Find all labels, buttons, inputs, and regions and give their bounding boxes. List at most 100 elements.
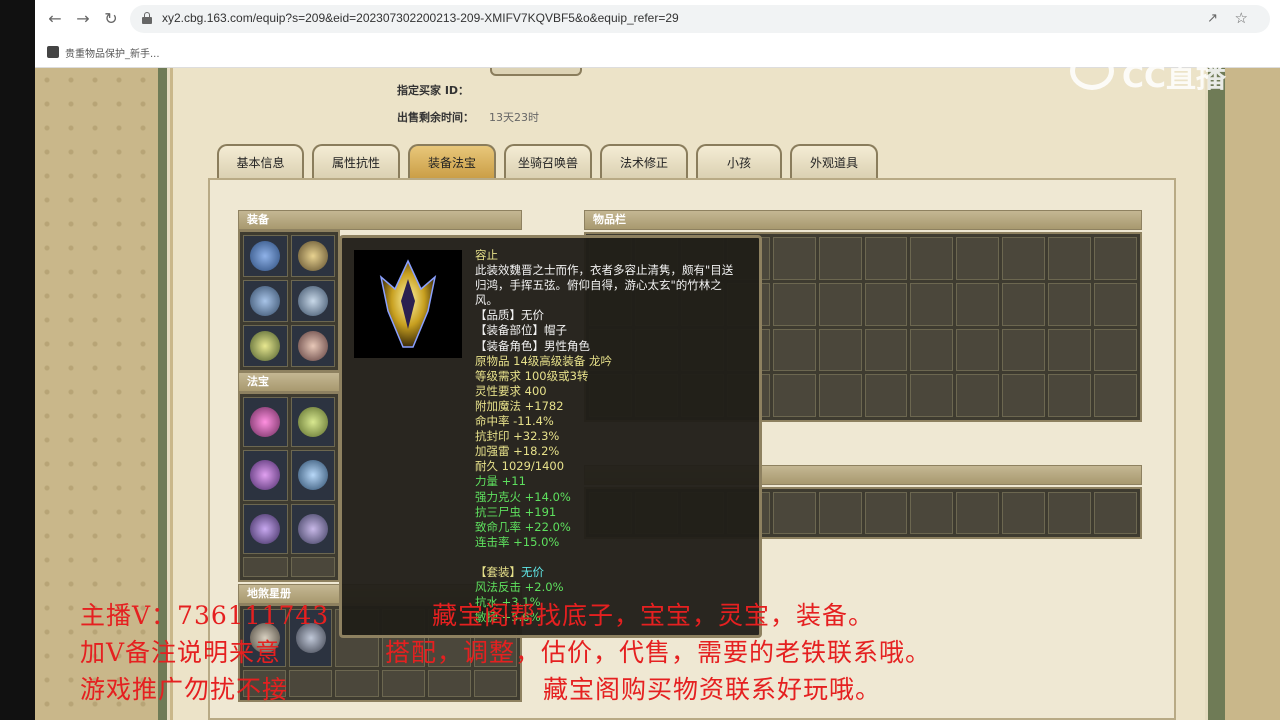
storage-slot[interactable] [1002, 492, 1046, 534]
inventory-slot[interactable] [772, 282, 816, 326]
storage-slot[interactable] [818, 492, 862, 534]
tab-mounts-pets[interactable]: 坐骑召唤兽 [504, 144, 592, 180]
inventory-slot[interactable] [910, 282, 954, 326]
inventory-slot[interactable] [1002, 282, 1046, 326]
fabao-slot[interactable] [290, 450, 335, 501]
inventory-slot[interactable] [1094, 328, 1137, 372]
bookmark-item[interactable]: 贵重物品保护_新手... [47, 44, 160, 60]
equip-slot[interactable] [290, 280, 335, 322]
storage-slot[interactable] [1094, 492, 1137, 534]
equip-slot[interactable] [243, 325, 288, 367]
share-icon[interactable]: ↗ [1207, 11, 1218, 26]
equip-slot[interactable] [290, 325, 335, 367]
inventory-slot[interactable] [864, 282, 908, 326]
equip-slot[interactable] [243, 235, 288, 277]
fabao-slot[interactable] [243, 450, 288, 501]
time-left-value: 13天23时 [489, 111, 539, 124]
inventory-slot[interactable] [1002, 374, 1046, 417]
url-bar[interactable]: xy2.cbg.163.com/equip?s=209&eid=20230730… [130, 5, 1270, 33]
inventory-slot[interactable] [956, 328, 1000, 372]
reload-icon[interactable]: ↻ [101, 9, 121, 29]
item-stat: 加强雷 +18.2% [475, 444, 560, 459]
back-arrow-icon[interactable]: ← [45, 9, 65, 29]
inventory-slot[interactable] [818, 328, 862, 372]
star-book-slot[interactable] [473, 669, 517, 697]
tooltip-text: 容止 此装效魏晋之士而作，衣者多容止清隽，颇有"目送 归鸿，手挥五弦。俯仰自得，… [475, 248, 758, 625]
lock-icon [142, 12, 152, 24]
caption-service-2: 搭配，调整，估价，代售，需要的老铁联系哦。 [385, 638, 932, 667]
inventory-slot[interactable] [1002, 328, 1046, 372]
left-margin [0, 0, 35, 720]
inventory-slot[interactable] [1048, 237, 1092, 280]
fabao-panel-header: 法宝 [238, 372, 340, 392]
storage-slot[interactable] [956, 492, 1000, 534]
inventory-slot[interactable] [1094, 374, 1137, 417]
cc-watermark-text: CC直播 [1122, 60, 1227, 95]
inventory-slot[interactable] [864, 237, 908, 280]
inventory-slot[interactable] [864, 374, 908, 417]
inventory-slot[interactable] [1048, 282, 1092, 326]
star-book-slot[interactable] [427, 669, 471, 697]
inventory-slot[interactable] [1002, 237, 1046, 280]
tab-child[interactable]: 小孩 [696, 144, 782, 180]
top-button-stub[interactable] [490, 68, 582, 76]
inventory-slot[interactable] [1048, 374, 1092, 417]
equip-item-icon [297, 286, 328, 316]
fabao-slot[interactable] [290, 503, 335, 554]
star-icon[interactable]: ☆ [1235, 9, 1248, 27]
fabao-slot[interactable] [243, 397, 288, 448]
tab-attributes[interactable]: 属性抗性 [312, 144, 400, 180]
inventory-slot[interactable] [1094, 237, 1137, 280]
storage-slot[interactable] [772, 492, 816, 534]
item-tooltip: 容止 此装效魏晋之士而作，衣者多容止清隽，颇有"目送 归鸿，手挥五弦。俯仰自得，… [339, 235, 762, 638]
equip-slot[interactable] [290, 235, 335, 277]
storage-slot[interactable] [910, 492, 954, 534]
tab-appearance[interactable]: 外观道具 [790, 144, 878, 180]
inventory-slot[interactable] [910, 328, 954, 372]
star-book-slot[interactable] [381, 669, 425, 697]
inventory-slot[interactable] [1094, 282, 1137, 326]
fabao-item-icon [250, 407, 281, 438]
item-preview [354, 250, 462, 358]
inventory-slot[interactable] [772, 374, 816, 417]
inventory-slot[interactable] [864, 328, 908, 372]
address-row: ← → ↻ xy2.cbg.163.com/equip?s=209&eid=20… [35, 0, 1280, 38]
equip-panel-header: 装备 [238, 210, 522, 230]
inventory-slot[interactable] [956, 374, 1000, 417]
right-border-stripe [1205, 68, 1225, 720]
storage-slot[interactable] [1048, 492, 1092, 534]
fabao-slot[interactable] [243, 556, 288, 577]
inventory-slot[interactable] [1048, 328, 1092, 372]
inventory-slot[interactable] [772, 237, 816, 280]
storage-slot[interactable] [864, 492, 908, 534]
item-stat: 耐久 1029/1400 [475, 459, 565, 474]
star-book-slot[interactable] [289, 669, 333, 697]
equip-slot[interactable] [243, 280, 288, 322]
inventory-slot[interactable] [818, 374, 862, 417]
forward-arrow-icon[interactable]: → [73, 9, 93, 29]
inventory-slot[interactable] [956, 282, 1000, 326]
tab-basic-info[interactable]: 基本信息 [217, 144, 304, 180]
fabao-slot[interactable] [290, 397, 335, 448]
inventory-slot[interactable] [818, 237, 862, 280]
fabao-slot[interactable] [290, 556, 335, 577]
inventory-slot[interactable] [910, 374, 954, 417]
item-slot: 【装备部位】帽子 [475, 323, 567, 338]
item-set-label: 【套装】 [475, 564, 521, 579]
fabao-slot[interactable] [243, 503, 288, 554]
right-page-edge [1225, 68, 1280, 720]
inventory-slot[interactable] [956, 237, 1000, 280]
tab-equipment[interactable]: 装备法宝 [408, 144, 496, 180]
item-set-line: 【套装】无价 [475, 565, 758, 580]
inventory-slot[interactable] [910, 237, 954, 280]
tab-spell-mods[interactable]: 法术修正 [600, 144, 688, 180]
inventory-slot[interactable] [818, 282, 862, 326]
item-set-stat: 风法反击 +2.0% [475, 579, 564, 594]
star-book-slot[interactable] [335, 669, 379, 697]
item-desc-line: 此装效魏晋之士而作，衣者多容止清隽，颇有"目送 [475, 263, 734, 278]
item-set-value: 无价 [521, 564, 544, 579]
inventory-slot[interactable] [772, 328, 816, 372]
fabao-item-icon [297, 513, 328, 544]
url-text: xy2.cbg.163.com/equip?s=209&eid=20230730… [162, 11, 679, 25]
tooltip-spacer [475, 550, 758, 565]
